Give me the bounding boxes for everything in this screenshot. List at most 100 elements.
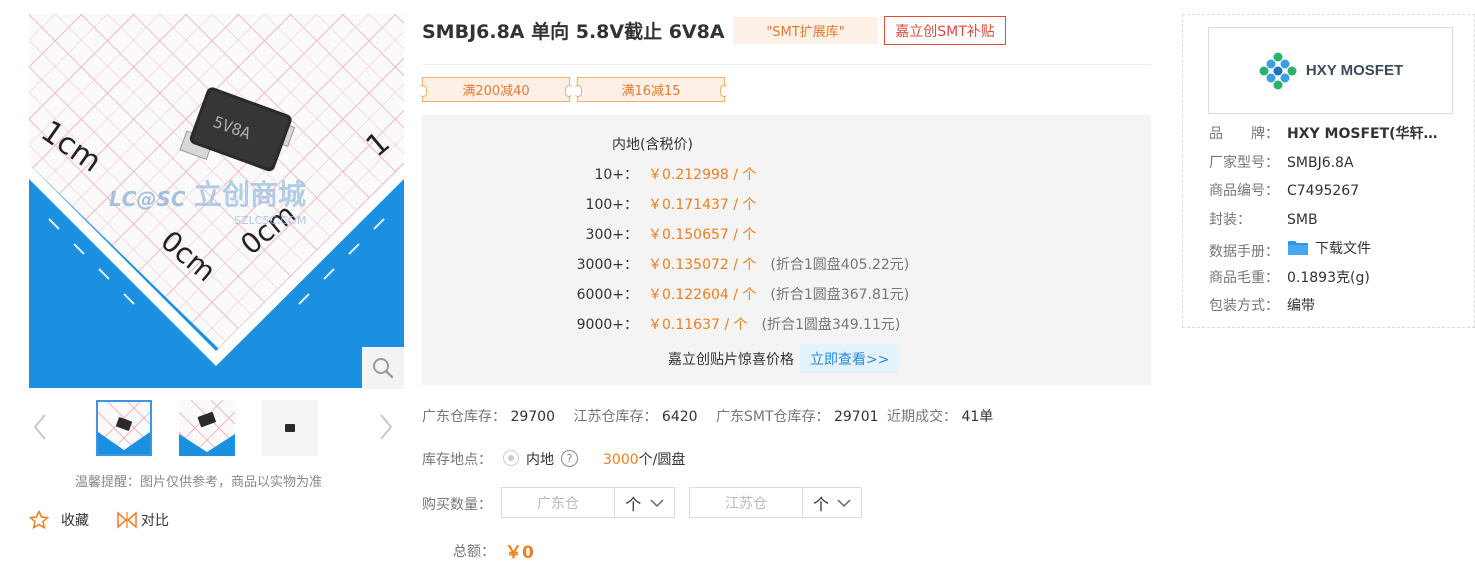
thumbnail-2[interactable] <box>179 400 235 456</box>
attr-weight: 商品毛重： 0.1893克(g) <box>1209 267 1370 287</box>
reel-quantity-unit: 个/圆盘 <box>638 452 686 468</box>
download-datasheet-link[interactable]: 下载文件 <box>1287 238 1371 258</box>
attr-value: 编带 <box>1287 298 1315 314</box>
chevron-left-icon <box>33 414 46 440</box>
location-radio[interactable] <box>503 450 519 466</box>
smt-surprise-price: 嘉立创贴片惊喜价格 立即查看>> <box>668 344 900 373</box>
thumbnail-image <box>262 400 318 456</box>
download-label: 下载文件 <box>1315 241 1371 257</box>
attr-key: 数据手册： <box>1209 244 1279 260</box>
unit-label: 个 <box>625 494 642 514</box>
coupon-2[interactable]: 满16减15 <box>574 77 728 102</box>
js-stock-value: 6420 <box>661 409 698 425</box>
tier-qty: 6000+： <box>576 287 638 303</box>
tier-price: ￥0.150657 / 个 <box>648 227 757 243</box>
brand-logo-text: HXY MOSFET <box>1305 62 1404 79</box>
attr-value: C7495267 <box>1287 183 1360 199</box>
tier-price: ￥0.122604 / 个 <box>648 287 757 303</box>
gd-unit-select[interactable]: 个 <box>615 487 675 518</box>
recent-deals-value: 41单 <box>961 409 994 425</box>
total-value: ￥0 <box>505 543 534 563</box>
zoom-button[interactable] <box>362 347 404 389</box>
reel-equivalent-note: (折合1圆盘349.11元) <box>761 317 901 333</box>
reel-quantity: 3000个/圆盘 <box>603 449 685 469</box>
js-unit-select[interactable]: 个 <box>803 487 862 518</box>
hxy-logo-icon <box>1259 52 1297 89</box>
reel-equivalent-note: (折合1圆盘367.81元) <box>770 287 910 303</box>
attr-mfr-part: 厂家型号： SMBJ6.8A <box>1209 152 1354 172</box>
attr-value: 0.1893克(g) <box>1287 270 1370 286</box>
smt-ext-library-tag: "SMT扩展库" <box>733 17 878 44</box>
js-stock-label: 江苏仓库存： <box>573 409 658 425</box>
attr-key: 厂家型号： <box>1209 155 1279 171</box>
magnifier-icon <box>373 358 394 379</box>
tier-qty: 100+： <box>585 197 638 213</box>
recent-deals-label: 近期成交： <box>886 409 957 425</box>
attr-product-code: 商品编号： C7495267 <box>1209 180 1359 200</box>
thumb-prev-button[interactable] <box>30 412 50 442</box>
watermark-name: 立创商城 <box>194 178 306 211</box>
thumbnail-3[interactable] <box>262 400 318 456</box>
reel-equivalent-note: (折合1圆盘405.22元) <box>770 257 910 273</box>
gd-stock-label: 广东仓库存： <box>422 409 506 425</box>
watermark-logo: LC@SC <box>109 187 186 211</box>
product-title: SMBJ6.8A 单向 5.8V截止 6V8A <box>422 21 725 43</box>
smt-subsidy-tag[interactable]: 嘉立创SMT补贴 <box>884 16 1006 45</box>
coupon-1[interactable]: 满200减40 <box>419 77 573 102</box>
attr-brand: 品 牌： HXY MOSFET(华轩… <box>1209 123 1438 143</box>
chevron-down-icon <box>837 498 851 507</box>
stock-info: 广东仓库存： 29700 江苏仓库存： 6420 广东SMT仓库存： 29701… <box>422 406 993 426</box>
tier-qty: 3000+： <box>576 257 638 273</box>
thumb-next-button[interactable] <box>376 412 396 442</box>
tier-qty: 10+： <box>594 167 638 183</box>
tier-qty: 9000+： <box>576 317 638 333</box>
smt-stock-value: 29701 <box>833 409 879 425</box>
title-divider <box>422 64 1151 65</box>
tier-price: ￥0.171437 / 个 <box>648 197 757 213</box>
tier-price: ￥0.135072 / 个 <box>648 257 757 273</box>
attr-key: 封装： <box>1209 212 1251 228</box>
attr-value: SMBJ6.8A <box>1287 155 1354 171</box>
attr-key: 商品毛重： <box>1209 270 1279 286</box>
attr-value: SMB <box>1287 212 1318 228</box>
smt-stock-label: 广东SMT仓库存： <box>716 409 830 425</box>
js-qty-input[interactable]: 江苏仓 <box>689 487 803 518</box>
favorite-button[interactable]: 收藏 <box>29 510 89 530</box>
smt-view-now-link[interactable]: 立即查看>> <box>800 344 900 373</box>
brand-name-link[interactable]: HXY MOSFET(华轩… <box>1287 126 1438 142</box>
compare-button[interactable]: 对比 <box>117 510 169 530</box>
product-photo: 1cm 0cm 0cm 1 LC@SC 立创商城 SZLCSC.COM 5V8A <box>29 14 404 388</box>
tier-price: ￥0.11637 / 个 <box>648 317 748 333</box>
attr-datasheet: 数据手册： 下载文件 <box>1209 238 1371 260</box>
attr-key: 商品编号： <box>1209 183 1279 199</box>
chevron-right-icon <box>380 414 393 440</box>
thumbnail-image <box>179 400 235 456</box>
purchase-qty-label: 购买数量： <box>422 497 492 513</box>
price-header: 内地(含税价) <box>612 137 693 153</box>
attr-package: 封装： SMB <box>1209 209 1318 229</box>
image-notice: 温馨提醒：图片仅供参考，商品以实物为准 <box>75 475 323 490</box>
main-product-image[interactable]: 1cm 0cm 0cm 1 LC@SC 立创商城 SZLCSC.COM 5V8A <box>29 14 404 388</box>
total-label: 总额： <box>453 544 495 560</box>
location-value[interactable]: 内地 <box>526 449 554 469</box>
star-icon <box>29 510 49 530</box>
gd-stock-value: 29700 <box>510 409 555 425</box>
gd-qty-input[interactable]: 广东仓 <box>501 487 615 518</box>
unit-label: 个 <box>812 494 829 514</box>
thumbnail-1[interactable] <box>96 400 152 456</box>
tier-qty: 300+： <box>585 227 638 243</box>
compare-label: 对比 <box>141 513 169 529</box>
help-icon[interactable]: ? <box>561 450 578 467</box>
attr-key: 品 牌： <box>1209 126 1279 142</box>
folder-icon <box>1288 241 1308 255</box>
attr-key: 包装方式： <box>1209 298 1279 314</box>
reel-quantity-number: 3000 <box>603 452 639 468</box>
brand-logo[interactable]: HXY MOSFET <box>1208 27 1453 114</box>
watermark-url: SZLCSC.COM <box>234 214 306 227</box>
attr-packaging: 包装方式： 编带 <box>1209 295 1315 315</box>
chevron-down-icon <box>650 498 664 507</box>
stock-location-label: 库存地点： <box>422 452 492 468</box>
smt-surprise-text: 嘉立创贴片惊喜价格 <box>668 351 794 368</box>
thumbnail-image <box>98 402 150 454</box>
tier-price: ￥0.212998 / 个 <box>648 167 757 183</box>
